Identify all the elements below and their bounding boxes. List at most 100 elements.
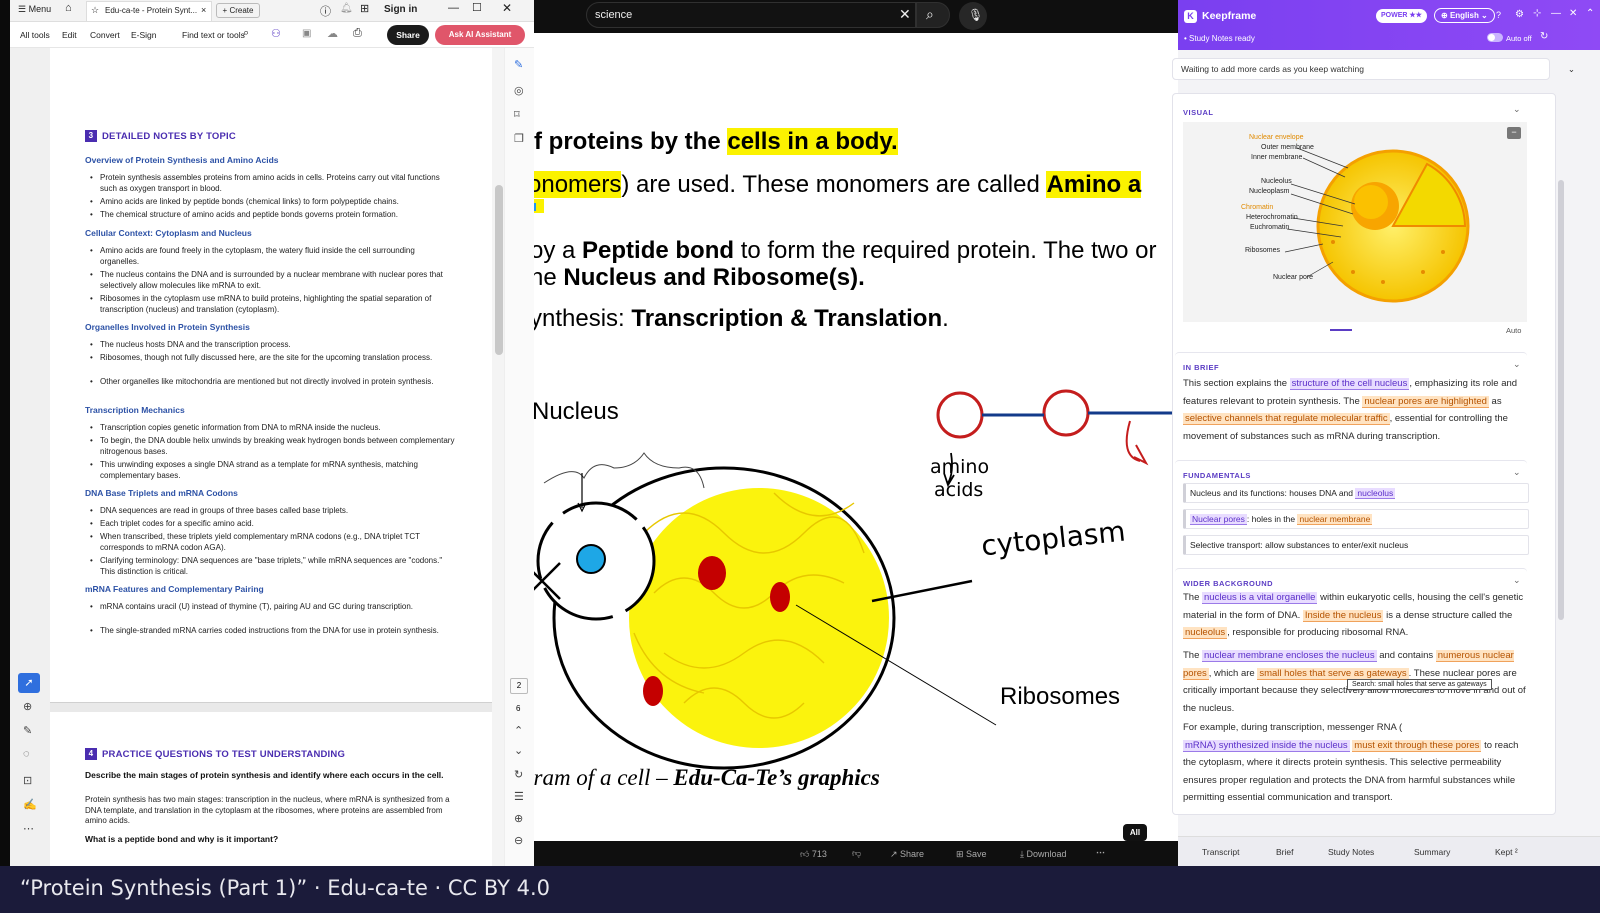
- maximize-icon[interactable]: ☐: [472, 1, 482, 14]
- document-tab[interactable]: ☆ Edu-ca-te - Protein Synt... ×: [86, 1, 212, 21]
- search-icon[interactable]: ⌕: [243, 27, 249, 40]
- all-filter-chip[interactable]: All: [1123, 824, 1147, 841]
- create-button[interactable]: + Create: [216, 3, 260, 18]
- select-tool-icon[interactable]: ➚: [18, 673, 40, 693]
- study-notes-container[interactable]: VISUAL ⌄ Nuclear envelope Outer membrane…: [1172, 93, 1556, 815]
- share-button[interactable]: ↗ Share: [890, 849, 924, 860]
- fundamental-item[interactable]: Nucleus and its functions: houses DNA an…: [1183, 483, 1529, 503]
- minimize-icon[interactable]: —: [1551, 8, 1561, 19]
- page-up-icon[interactable]: ⌃: [514, 724, 523, 737]
- menu-button[interactable]: ☰ Menu: [18, 4, 51, 15]
- collapse-icon[interactable]: ⌃: [1586, 8, 1594, 19]
- wider-highlight[interactable]: nucleolus: [1183, 627, 1228, 639]
- collapse-chevron-icon[interactable]: ⌄: [1513, 467, 1521, 478]
- carousel-indicator[interactable]: [1330, 329, 1352, 331]
- minimize-icon[interactable]: —: [448, 2, 459, 14]
- wider-highlight[interactable]: nuclear membrane encloses the nucleus: [1202, 650, 1377, 662]
- apps-grid-icon[interactable]: ⊞: [360, 2, 369, 15]
- close-tab-icon[interactable]: ×: [201, 5, 206, 15]
- scroll-mode-icon[interactable]: ☰: [514, 790, 524, 803]
- star-icon[interactable]: ☆: [91, 5, 99, 16]
- pin-icon[interactable]: ⊹: [1533, 8, 1541, 19]
- zoom-out-diagram-icon[interactable]: −: [1507, 127, 1521, 139]
- draw-tool-icon[interactable]: ✎: [23, 724, 32, 737]
- carousel-auto-label[interactable]: Auto: [1506, 326, 1521, 335]
- tab-transcript[interactable]: Transcript: [1202, 847, 1239, 857]
- zoom-out-icon[interactable]: ⊖: [514, 834, 523, 847]
- tab-brief[interactable]: Brief: [1276, 847, 1293, 857]
- pdf-scroll-thumb[interactable]: [495, 185, 503, 355]
- edit-menu[interactable]: Edit: [62, 30, 77, 40]
- rotate-icon[interactable]: ↻: [514, 768, 523, 781]
- collapse-chevron-icon[interactable]: ⌄: [1513, 575, 1521, 586]
- all-tools-menu[interactable]: All tools: [20, 30, 50, 40]
- bookmark-icon[interactable]: ⌑: [514, 108, 520, 121]
- help-icon[interactable]: ?: [1496, 10, 1501, 20]
- text-box-tool-icon[interactable]: ⊡: [23, 774, 32, 787]
- settings-icon[interactable]: ⚙: [1515, 9, 1524, 20]
- sign-in-link[interactable]: Sign in: [384, 4, 417, 15]
- fundamental-highlight[interactable]: Nuclear pores: [1190, 514, 1247, 525]
- pages-icon[interactable]: ❐: [514, 132, 524, 145]
- help-icon[interactable]: ⓘ: [320, 3, 331, 19]
- keepframe-scroll-thumb[interactable]: [1558, 180, 1564, 620]
- pdf-document-view[interactable]: 3 DETAILED NOTES BY TOPIC Overview of Pro…: [50, 48, 492, 866]
- refresh-icon[interactable]: ↻: [1540, 31, 1548, 42]
- close-icon[interactable]: ✕: [1569, 8, 1577, 19]
- collapse-chevron-icon[interactable]: ⌄: [1513, 359, 1521, 370]
- fundamental-highlight[interactable]: nuclear membrane: [1297, 514, 1373, 525]
- fill-sign-tool-icon[interactable]: ✍: [23, 798, 37, 811]
- brief-highlight[interactable]: nuclear pores are highlighted: [1362, 395, 1489, 408]
- comment-tool-icon[interactable]: ⊕: [23, 700, 32, 713]
- upload-icon[interactable]: ☁: [327, 27, 338, 40]
- find-tools-input[interactable]: Find text or tools: [182, 30, 245, 40]
- close-window-icon[interactable]: ✕: [502, 1, 512, 15]
- wider-highlight[interactable]: mRNA) synthesized inside the nucleus: [1183, 739, 1350, 752]
- language-select[interactable]: ⊕ English ⌄: [1434, 8, 1495, 23]
- search-input[interactable]: science: [595, 9, 632, 21]
- page-number-field[interactable]: 2: [510, 678, 528, 694]
- download-button[interactable]: ⤓ Download: [1020, 849, 1067, 860]
- wider-highlight[interactable]: must exit through these pores: [1352, 739, 1482, 752]
- fundamental-item[interactable]: Nuclear pores: holes in the nuclear memb…: [1183, 509, 1529, 529]
- edit-pdf-icon[interactable]: ✎: [514, 58, 523, 71]
- dislike-icon[interactable]: 👎︎: [852, 848, 861, 859]
- tab-study-notes[interactable]: Study Notes: [1328, 847, 1374, 857]
- esign-menu[interactable]: E-Sign: [131, 30, 157, 40]
- page-down-icon[interactable]: ⌄: [514, 744, 523, 757]
- clear-search-icon[interactable]: ✕: [899, 6, 911, 23]
- tab-summary[interactable]: Summary: [1414, 847, 1450, 857]
- zoom-in-icon[interactable]: ⊕: [514, 812, 523, 825]
- auto-toggle[interactable]: [1487, 33, 1503, 42]
- brief-highlight[interactable]: selective channels that regulate molecul…: [1183, 413, 1390, 425]
- search-button[interactable]: ⌕: [916, 2, 950, 28]
- wider-highlight[interactable]: Inside the nucleus: [1302, 609, 1384, 622]
- save-icon[interactable]: ▣: [302, 28, 311, 39]
- ask-ai-assistant-button[interactable]: Ask AI Assistant: [435, 25, 525, 45]
- ai-tools-icon[interactable]: ⚇: [271, 27, 281, 40]
- print-icon[interactable]: ⎙: [353, 27, 362, 40]
- wider-highlight[interactable]: small holes that serve as gateways: [1257, 667, 1409, 680]
- more-actions-icon[interactable]: ⋯: [1096, 847, 1105, 858]
- comment-icon[interactable]: ◎: [514, 84, 524, 97]
- notification-icon[interactable]: 🔔︎: [340, 3, 353, 14]
- expand-icon[interactable]: ⌄: [1568, 59, 1575, 80]
- convert-menu[interactable]: Convert: [90, 30, 120, 40]
- pdf-scrollbar[interactable]: [492, 48, 504, 866]
- tab-kept[interactable]: Kept ²: [1495, 847, 1518, 857]
- like-button[interactable]: 👍︎ 713: [800, 849, 827, 860]
- wider-highlight[interactable]: nucleus is a vital organelle: [1202, 592, 1318, 604]
- brief-highlight[interactable]: structure of the cell nucleus: [1289, 378, 1410, 390]
- video-frame[interactable]: f proteins by the cells in a body. onome…: [534, 33, 1178, 841]
- collapse-chevron-icon[interactable]: ⌄: [1513, 104, 1521, 115]
- fundamental-highlight[interactable]: nucleolus: [1355, 488, 1396, 499]
- more-tools-icon[interactable]: ⋯: [23, 822, 34, 835]
- power-badge[interactable]: POWER ★★: [1376, 9, 1427, 23]
- share-button[interactable]: Share: [387, 25, 429, 45]
- voice-search-button[interactable]: 🎙︎: [959, 2, 987, 30]
- lasso-tool-icon[interactable]: ◌: [23, 748, 30, 760]
- save-button[interactable]: ⊞ Save: [956, 849, 987, 860]
- home-icon[interactable]: ⌂: [65, 2, 72, 14]
- search-box[interactable]: science ✕: [586, 2, 916, 28]
- fundamental-item[interactable]: Selective transport: allow substances to…: [1183, 535, 1529, 555]
